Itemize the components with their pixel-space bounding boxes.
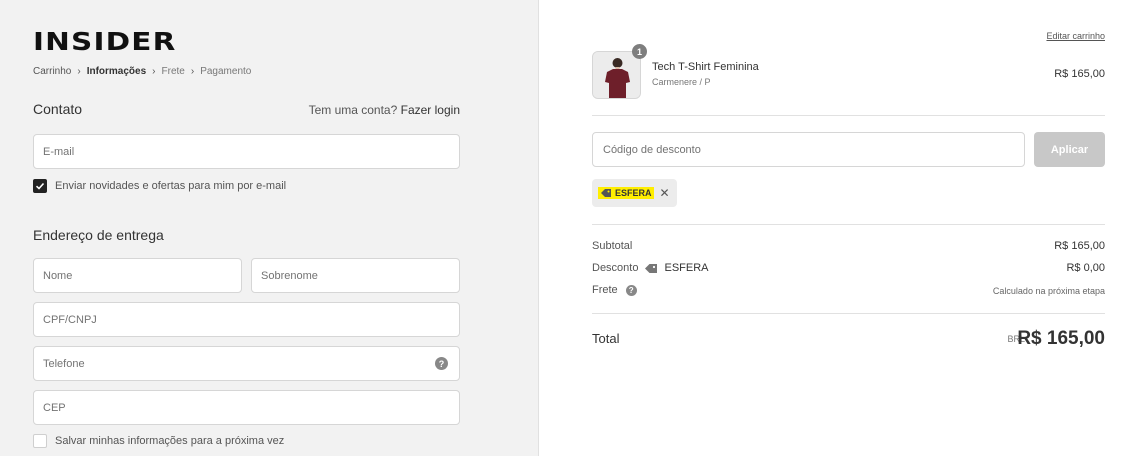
close-icon[interactable]: ✕ <box>660 186 670 200</box>
divider <box>592 115 1105 116</box>
quantity-badge: 1 <box>632 44 647 59</box>
phone-field[interactable] <box>43 357 459 370</box>
total-value: R$ 165,00 <box>1017 328 1105 349</box>
shipping-label: Frete <box>592 284 618 296</box>
tag-icon <box>601 189 611 197</box>
phone-wrapper: ? <box>33 346 460 381</box>
applied-discount-chip: ESFERA ✕ <box>592 179 677 207</box>
save-info-label: Salvar minhas informações para a próxima… <box>55 435 285 447</box>
contact-title: Contato <box>33 101 83 117</box>
email-field[interactable] <box>43 145 459 158</box>
cep-wrapper <box>33 390 460 425</box>
breadcrumb: Carrinho › Informações › Frete › Pagamen… <box>33 66 251 77</box>
first-name-wrapper <box>33 258 242 293</box>
shipping-value: Calculado na próxima etapa <box>992 286 1105 296</box>
account-prompt-text: Tem uma conta? <box>308 103 398 117</box>
checkout-form-panel: INSIDER Carrinho › Informações › Frete ›… <box>0 0 538 456</box>
cpf-field[interactable] <box>43 313 459 326</box>
newsletter-checkbox[interactable] <box>33 179 47 193</box>
subtotal-value: R$ 165,00 <box>1054 240 1105 252</box>
chevron-right-icon: › <box>190 66 195 77</box>
breadcrumb-cart[interactable]: Carrinho <box>33 66 71 77</box>
applied-code-highlight: ESFERA <box>598 187 654 199</box>
breadcrumb-shipping: Frete <box>161 66 185 77</box>
email-field-wrapper <box>33 134 460 169</box>
cpf-wrapper <box>33 302 460 337</box>
product-name: Tech T-Shirt Feminina <box>652 61 759 73</box>
tag-icon <box>645 263 658 273</box>
tshirt-model-image <box>593 52 640 98</box>
discount-code-wrapper <box>592 132 1025 167</box>
chevron-right-icon: › <box>152 66 156 77</box>
edit-cart-link[interactable]: Editar carrinho <box>1046 31 1105 41</box>
login-link[interactable]: Fazer login <box>401 103 460 117</box>
newsletter-label: Enviar novidades e ofertas para mim por … <box>55 180 287 192</box>
newsletter-row: Enviar novidades e ofertas para mim por … <box>33 179 286 193</box>
divider <box>592 313 1105 314</box>
help-icon[interactable]: ? <box>435 357 448 370</box>
discount-value: R$ 0,00 <box>1066 262 1105 274</box>
total-label: Total <box>592 331 620 346</box>
discount-code-label: ESFERA <box>664 262 709 274</box>
last-name-field[interactable] <box>261 269 459 282</box>
apply-discount-button[interactable]: Aplicar <box>1034 132 1105 167</box>
product-thumbnail <box>592 51 641 99</box>
product-variant: Carmenere / P <box>652 77 711 87</box>
chevron-right-icon: › <box>77 66 81 77</box>
save-info-row: Salvar minhas informações para a próxima… <box>33 434 284 448</box>
breadcrumb-information: Informações <box>86 66 147 77</box>
login-prompt: Tem uma conta? Fazer login <box>309 103 460 117</box>
last-name-wrapper <box>251 258 460 293</box>
brand-logo[interactable]: INSIDER <box>33 27 177 56</box>
subtotal-label: Subtotal <box>592 240 633 252</box>
discount-code-input[interactable] <box>603 143 1024 156</box>
checkmark-icon <box>35 182 45 190</box>
help-icon[interactable]: ? <box>625 284 637 296</box>
first-name-field[interactable] <box>43 269 241 282</box>
product-price: R$ 165,00 <box>1054 68 1105 80</box>
discount-label: Desconto <box>592 262 639 274</box>
save-info-checkbox[interactable] <box>33 434 47 448</box>
shipping-address-title: Endereço de entrega <box>33 227 164 243</box>
shipping-row: Frete ? <box>592 284 637 296</box>
applied-code-text: ESFERA <box>615 188 652 198</box>
divider <box>592 224 1105 225</box>
breadcrumb-payment: Pagamento <box>200 66 252 77</box>
discount-row: Desconto ESFERA <box>592 262 709 274</box>
cep-field[interactable] <box>43 401 459 414</box>
order-summary-panel: Editar carrinho 1 Tech T-Shirt Feminina … <box>539 0 1122 456</box>
